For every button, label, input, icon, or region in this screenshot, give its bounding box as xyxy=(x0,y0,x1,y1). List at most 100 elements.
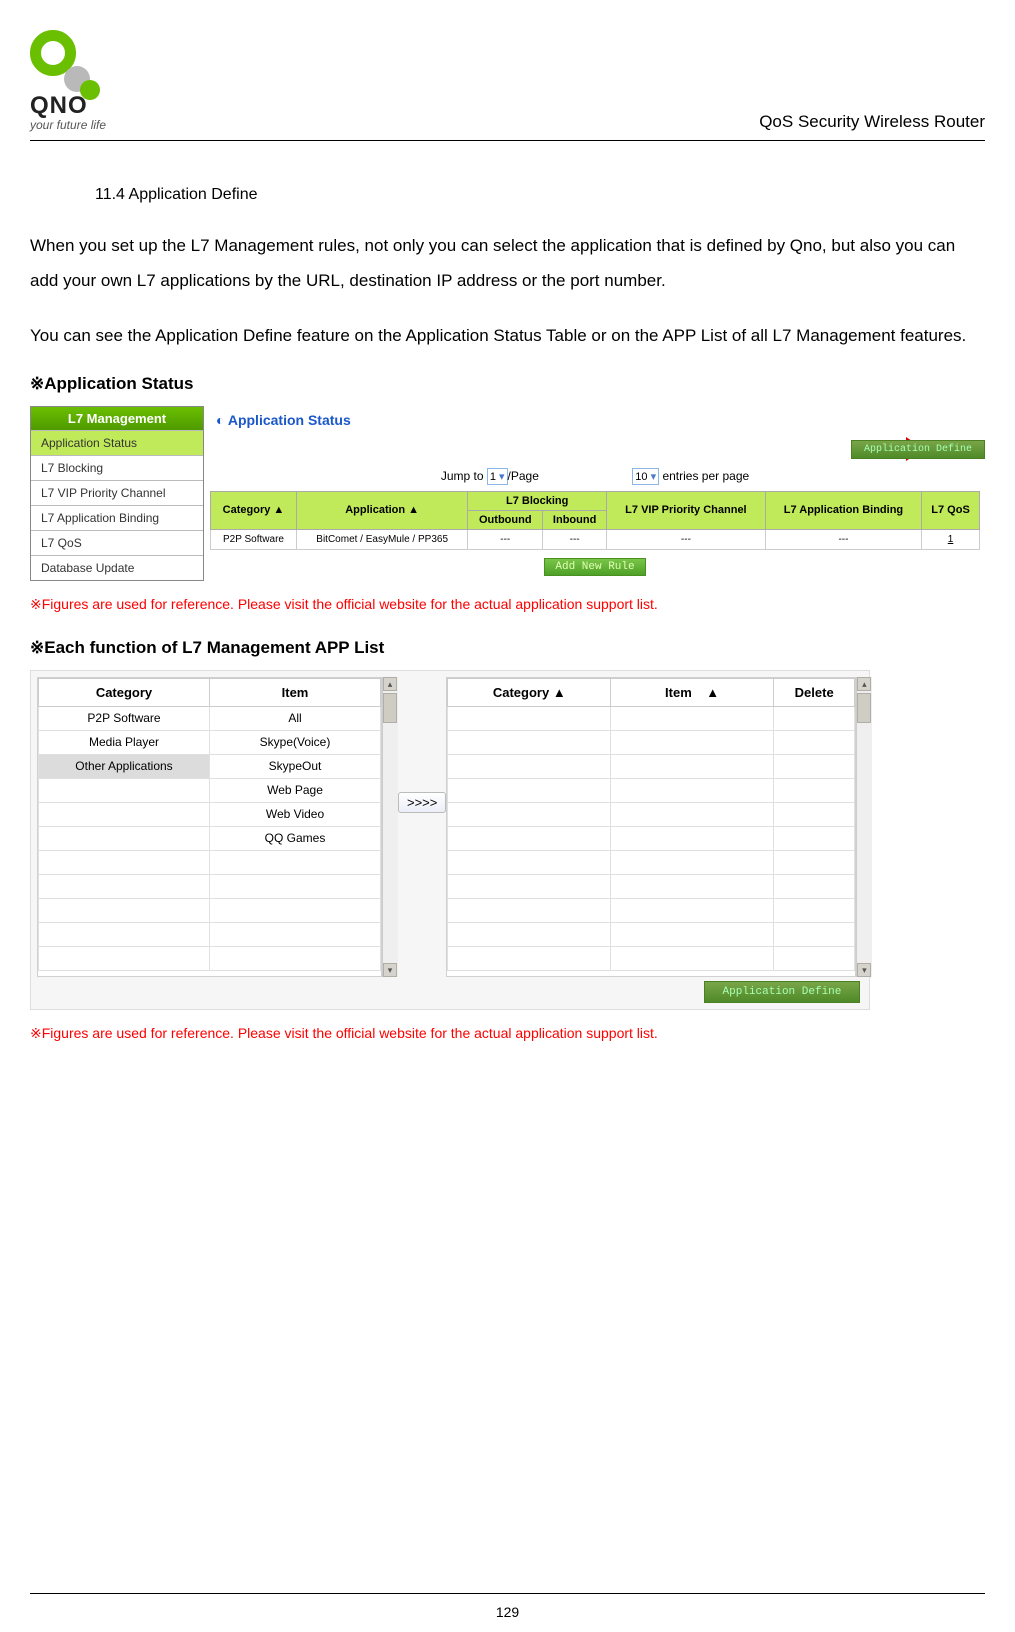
item-row-5[interactable]: QQ Games xyxy=(210,826,381,850)
panel-title: ◐ Application Status xyxy=(216,412,980,428)
list-item xyxy=(448,778,855,802)
col-delete-right: Delete xyxy=(773,678,854,706)
l7-side-menu: L7 Management Application Status L7 Bloc… xyxy=(30,406,204,581)
list-item xyxy=(39,922,381,946)
cat-row-0[interactable]: P2P Software xyxy=(39,706,210,730)
cat-row-4[interactable] xyxy=(39,802,210,826)
panel-title-text: Application Status xyxy=(228,412,351,428)
list-item xyxy=(448,706,855,730)
jump-to-label: Jump to xyxy=(441,469,484,483)
list-item xyxy=(39,850,381,874)
side-menu-item-app-binding[interactable]: L7 Application Binding xyxy=(31,505,203,530)
list-item: Other ApplicationsSkypeOut xyxy=(39,754,381,778)
application-define-button-2[interactable]: Application Define xyxy=(704,981,861,1003)
body-paragraph-2: You can see the Application Define featu… xyxy=(30,319,985,354)
pagination-row: Jump to 1/Page 10 entries per page xyxy=(210,468,980,485)
reference-note-1: ※Figures are used for reference. Please … xyxy=(30,596,985,613)
page-header: QNO your future life QoS Security Wirele… xyxy=(30,30,985,141)
list-item xyxy=(448,874,855,898)
cell-category: P2P Software xyxy=(211,529,297,549)
side-menu-item-vip-priority[interactable]: L7 VIP Priority Channel xyxy=(31,480,203,505)
col-item-right[interactable]: Item ▲ xyxy=(611,678,774,706)
list-item: Web Video xyxy=(39,802,381,826)
app-list-figure: Category Item P2P SoftwareAll Media Play… xyxy=(30,670,870,1010)
cat-row-3[interactable] xyxy=(39,778,210,802)
entries-per-page-select[interactable]: 10 xyxy=(632,468,659,485)
col-inbound: Inbound xyxy=(543,510,607,529)
list-item: QQ Games xyxy=(39,826,381,850)
col-application[interactable]: Application ▲ xyxy=(296,491,467,529)
right-scrollbar[interactable]: ▴ ▾ xyxy=(856,677,872,977)
brand-tagline: your future life xyxy=(30,118,140,132)
application-status-heading: ※Application Status xyxy=(30,374,985,394)
scroll-up-icon[interactable]: ▴ xyxy=(383,677,397,691)
move-right-button[interactable]: >>>> xyxy=(398,792,446,813)
cell-vip: --- xyxy=(607,529,766,549)
list-item xyxy=(39,898,381,922)
scroll-down-icon[interactable]: ▾ xyxy=(383,963,397,977)
list-item xyxy=(448,850,855,874)
scroll-up-icon[interactable]: ▴ xyxy=(857,677,871,691)
brand-logo-block: QNO your future life xyxy=(30,30,140,132)
application-status-table: Category ▲ Application ▲ L7 Blocking L7 … xyxy=(210,491,980,550)
cat-row-1[interactable]: Media Player xyxy=(39,730,210,754)
col-category-right[interactable]: Category ▲ xyxy=(448,678,611,706)
cell-inbound: --- xyxy=(543,529,607,549)
application-status-panel: ◐ Application Status Application Define … xyxy=(210,406,980,580)
table-row: P2P Software BitComet / EasyMule / PP365… xyxy=(211,529,980,549)
page-number: 129 xyxy=(0,1604,1015,1620)
reference-note-2: ※Figures are used for reference. Please … xyxy=(30,1025,985,1042)
list-item xyxy=(39,874,381,898)
col-category[interactable]: Category ▲ xyxy=(211,491,297,529)
left-scrollbar[interactable]: ▴ ▾ xyxy=(382,677,398,977)
move-button-wrap: >>>> xyxy=(398,677,446,813)
pointer-arrow-row: Application Define xyxy=(210,438,980,462)
item-row-2[interactable]: SkypeOut xyxy=(210,754,381,778)
col-l7-blocking: L7 Blocking xyxy=(468,491,607,510)
entries-label: entries per page xyxy=(662,469,749,483)
scroll-thumb[interactable] xyxy=(383,693,397,723)
document-title: QoS Security Wireless Router xyxy=(759,112,985,132)
jump-page-select[interactable]: 1 xyxy=(487,468,508,485)
cell-binding: --- xyxy=(765,529,921,549)
col-l7-qos: L7 QoS xyxy=(922,491,980,529)
item-row-4[interactable]: Web Video xyxy=(210,802,381,826)
side-menu-title: L7 Management xyxy=(31,407,203,430)
section-heading: 11.4 Application Define xyxy=(95,186,985,204)
list-item: Media PlayerSkype(Voice) xyxy=(39,730,381,754)
cat-row-2[interactable]: Other Applications xyxy=(39,754,210,778)
list-item: P2P SoftwareAll xyxy=(39,706,381,730)
side-menu-item-database-update[interactable]: Database Update xyxy=(31,555,203,580)
scroll-thumb[interactable] xyxy=(857,693,871,723)
add-new-rule-button[interactable]: Add New Rule xyxy=(544,558,645,576)
panel-title-arrow-icon: ◐ xyxy=(216,412,224,428)
list-item: Web Page xyxy=(39,778,381,802)
col-outbound: Outbound xyxy=(468,510,543,529)
application-status-figure: L7 Management Application Status L7 Bloc… xyxy=(30,406,985,581)
item-row-1[interactable]: Skype(Voice) xyxy=(210,730,381,754)
list-item xyxy=(448,946,855,970)
scroll-down-icon[interactable]: ▾ xyxy=(857,963,871,977)
page-suffix-label: /Page xyxy=(508,469,539,483)
side-menu-item-application-status[interactable]: Application Status xyxy=(31,430,203,455)
item-row-3[interactable]: Web Page xyxy=(210,778,381,802)
selected-list-table: Category ▲ Item ▲ Delete xyxy=(446,677,856,977)
cell-qos-link[interactable]: 1 xyxy=(922,529,980,549)
list-item xyxy=(448,802,855,826)
cell-outbound: --- xyxy=(468,529,543,549)
cat-row-5[interactable] xyxy=(39,826,210,850)
list-item xyxy=(448,826,855,850)
item-row-0[interactable]: All xyxy=(210,706,381,730)
side-menu-item-l7-blocking[interactable]: L7 Blocking xyxy=(31,455,203,480)
col-app-binding: L7 Application Binding xyxy=(765,491,921,529)
app-list-heading: ※Each function of L7 Management APP List xyxy=(30,638,985,658)
list-item xyxy=(448,922,855,946)
side-menu-item-l7-qos[interactable]: L7 QoS xyxy=(31,530,203,555)
list-item xyxy=(448,898,855,922)
list-item xyxy=(39,946,381,970)
application-define-button[interactable]: Application Define xyxy=(851,440,985,459)
cell-application: BitComet / EasyMule / PP365 xyxy=(296,529,467,549)
list-item xyxy=(448,754,855,778)
col-item-left: Item xyxy=(210,678,381,706)
body-paragraph-1: When you set up the L7 Management rules,… xyxy=(30,229,985,299)
